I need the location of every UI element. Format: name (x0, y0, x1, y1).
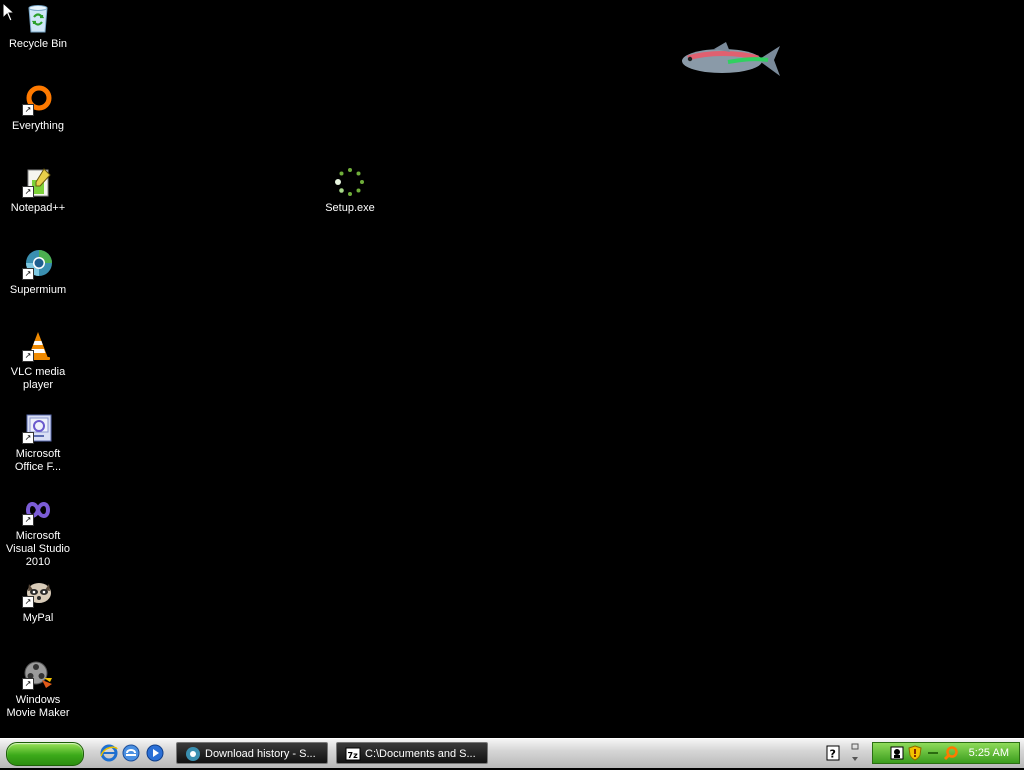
desktop-icon-label: Recycle Bin (8, 38, 68, 50)
internet-explorer-icon[interactable] (100, 744, 118, 762)
svg-text:7z: 7z (348, 751, 359, 760)
shortcut-arrow-icon: ↗ (22, 596, 34, 608)
desktop-icon-label: MyPal (22, 612, 54, 624)
system-tray: 5:25 AM (872, 742, 1020, 764)
svg-text:?: ? (830, 748, 836, 761)
shortcut-arrow-icon: ↗ (22, 350, 34, 362)
everything-search-icon: ↗ (22, 84, 54, 116)
desktop-icon-mypal[interactable]: ↗ MyPal (0, 576, 76, 625)
taskbar-button-label: C:\Documents and S... (365, 748, 476, 760)
media-player-icon[interactable] (146, 744, 164, 762)
desktop-icon-label: Microsoft Visual Studio 2010 (5, 530, 70, 568)
desktop-icon-vlc[interactable]: ↗ VLC media player (0, 330, 76, 392)
security-shield-icon[interactable] (907, 745, 923, 761)
show-desktop-icon[interactable] (122, 744, 140, 762)
office-picture-icon: ↗ (22, 412, 54, 444)
desktop-icon-movie-maker[interactable]: ↗ Windows Movie Maker (0, 658, 76, 720)
tray-expand-icon[interactable] (850, 741, 860, 765)
movie-maker-icon: ↗ (22, 658, 54, 690)
desktop-icon-office[interactable]: ↗ Microsoft Office F... (0, 412, 76, 474)
setup-loading-icon (334, 166, 366, 198)
help-icon[interactable]: ? (826, 745, 840, 761)
desktop-icon-visual-studio[interactable]: ↗ Microsoft Visual Studio 2010 (0, 494, 76, 569)
notepad-plus-plus-icon: ↗ (22, 166, 54, 198)
desktop-icon-label: VLC media player (10, 366, 66, 391)
vlc-cone-icon: ↗ (22, 330, 54, 362)
desktop-icon-supermium[interactable]: ↗ Supermium (0, 248, 76, 297)
shortcut-arrow-icon: ↗ (22, 678, 34, 690)
search-icon[interactable] (943, 745, 959, 761)
recycle-bin-icon (22, 2, 54, 34)
desktop-icon-label: Everything (12, 120, 64, 132)
clock[interactable]: 5:25 AM (969, 743, 1009, 763)
taskbar-button-download-history[interactable]: Download history - S... (176, 742, 328, 764)
mouse-cursor-icon (2, 1, 16, 27)
desktop-icon-label: Setup.exe (325, 202, 375, 214)
desktop-icon-label: Microsoft Office F... (14, 448, 62, 473)
shortcut-arrow-icon: ↗ (22, 432, 34, 444)
mypal-raccoon-icon: ↗ (22, 576, 54, 608)
network-user-icon[interactable] (889, 745, 905, 761)
taskbar: Download history - S... 7z C:\Documents … (0, 738, 1024, 768)
taskbar-button-documents-folder[interactable]: 7z C:\Documents and S... (336, 742, 488, 764)
desktop-icon-label: Windows Movie Maker (6, 694, 70, 719)
browser-icon (185, 746, 201, 762)
shortcut-arrow-icon: ↗ (22, 268, 34, 280)
shortcut-arrow-icon: ↗ (22, 186, 34, 198)
desktop-icon-label: Supermium (9, 284, 67, 296)
volume-icon[interactable] (925, 745, 941, 761)
desktop[interactable]: Recycle Bin ↗ Everything ↗ Notepad++ ↗ S… (0, 0, 1024, 738)
supermium-browser-icon: ↗ (22, 248, 54, 280)
shortcut-arrow-icon: ↗ (22, 104, 34, 116)
shortcut-arrow-icon: ↗ (22, 514, 34, 526)
7zip-icon: 7z (345, 746, 361, 762)
fish-graphic (678, 40, 782, 85)
visual-studio-icon: ↗ (22, 494, 54, 526)
desktop-icon-setup-exe[interactable]: Setup.exe (312, 166, 388, 215)
desktop-icon-everything[interactable]: ↗ Everything (0, 84, 76, 133)
desktop-icon-notepad-plus-plus[interactable]: ↗ Notepad++ (0, 166, 76, 215)
taskbar-button-label: Download history - S... (205, 748, 316, 760)
desktop-icon-label: Notepad++ (10, 202, 66, 214)
start-button[interactable] (6, 742, 84, 766)
